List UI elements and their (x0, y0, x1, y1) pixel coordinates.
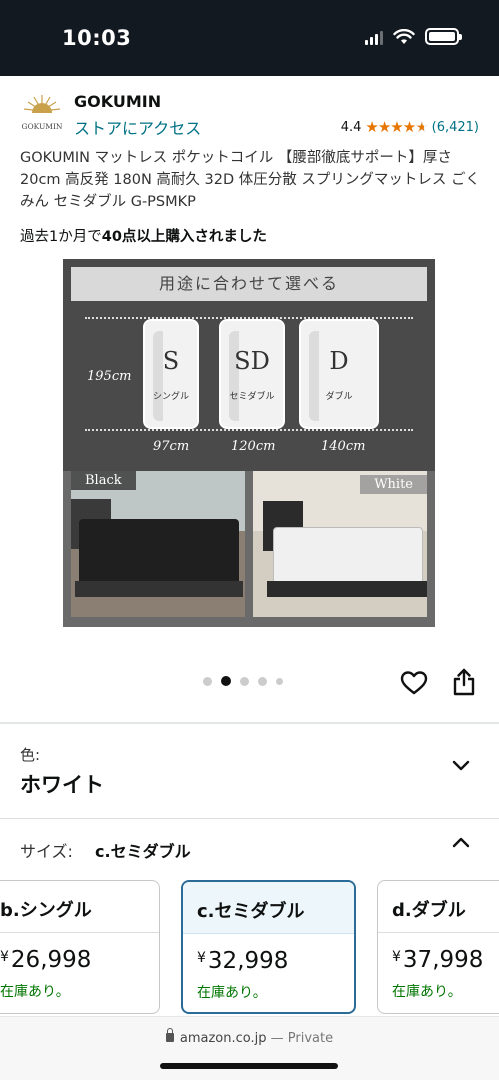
size-card-double: D ダブル (299, 319, 379, 429)
size-card-semidouble: SD セミダブル (219, 319, 285, 429)
size-option-double[interactable]: d.ダブル ¥37,998 在庫あり。 (377, 880, 499, 1014)
product-title: GOKUMIN マットレス ポケットコイル 【腰部徹底サポート】厚さ20cm 高… (20, 150, 480, 210)
battery-icon (425, 28, 462, 45)
size-option-price: ¥26,998 (0, 947, 91, 973)
divider (0, 818, 499, 819)
browsing-mode: Private (287, 1031, 334, 1046)
white-mattress (273, 527, 423, 589)
url-bar[interactable]: amazon.co.jp — Private (0, 1028, 499, 1046)
bed-frame (267, 581, 427, 597)
sleeping-figure-icon (309, 331, 347, 421)
divider (0, 722, 499, 724)
currency-symbol: ¥ (197, 950, 206, 966)
sleeping-figure-icon (229, 331, 267, 421)
size-sub: セミダブル (229, 392, 275, 402)
cellular-signal-icon (365, 29, 383, 45)
home-indicator[interactable] (160, 1063, 338, 1069)
price-value: 37,998 (402, 947, 484, 973)
visit-store-link[interactable]: ストアにアクセス (74, 115, 201, 139)
purchase-prefix: 過去1か月で (20, 229, 102, 245)
sleeping-figure-icon (153, 331, 191, 421)
product-image[interactable]: 用途に合わせて選べる 195cm S シングル SD セミダブル D ダブル 9… (63, 259, 435, 627)
bed-frame (75, 581, 243, 597)
heart-icon[interactable] (400, 670, 428, 696)
width-label-single: 97cm (153, 439, 190, 454)
width-label-double: 140cm (321, 439, 366, 454)
size-letter: D (329, 347, 349, 375)
color-value[interactable]: ホワイト (20, 769, 104, 799)
currency-symbol: ¥ (392, 949, 401, 965)
label-white: White (360, 475, 427, 494)
chevron-up-icon[interactable] (452, 836, 470, 848)
currency-symbol: ¥ (0, 949, 9, 965)
status-time: 10:03 (62, 26, 132, 50)
rating-value: 4.4 (340, 119, 362, 135)
size-option-price: ¥32,998 (197, 948, 288, 974)
black-mattress (79, 519, 239, 589)
purchase-count: 過去1か月で40点以上購入されました (20, 225, 267, 246)
carousel-dot-active[interactable] (221, 676, 231, 686)
url-separator: — (270, 1031, 284, 1046)
brand-logo[interactable]: GOKUMIN (20, 91, 64, 137)
stock-status: 在庫あり。 (197, 985, 267, 1001)
svg-text:GOKUMIN: GOKUMIN (21, 122, 62, 131)
price-value: 26,998 (10, 947, 92, 973)
size-guide-banner: 用途に合わせて選べる (71, 267, 427, 301)
size-sub: シングル (152, 392, 189, 402)
size-option-name: c.セミダブル (183, 882, 354, 934)
size-option-name: d.ダブル (378, 881, 499, 933)
carousel-dot[interactable] (203, 676, 212, 686)
rating-stars-icon: ★★★★★☆ (365, 118, 428, 136)
lock-icon (165, 1028, 174, 1042)
size-sub: ダブル (325, 392, 353, 402)
carousel-indicator[interactable] (203, 676, 283, 686)
rating-count-link[interactable]: (6,421) (432, 120, 479, 135)
size-letter: SD (234, 347, 270, 375)
brand-name: GOKUMIN (74, 92, 162, 111)
share-icon[interactable] (452, 668, 476, 696)
label-black: Black (71, 471, 136, 490)
status-icons (365, 28, 462, 45)
chevron-down-icon[interactable] (452, 760, 470, 772)
black-mattress-photo (71, 471, 245, 617)
url-domain: amazon.co.jp (179, 1031, 267, 1046)
size-guide-panel: 用途に合わせて選べる 195cm S シングル SD セミダブル D ダブル 9… (63, 259, 435, 471)
size-option-name: b.シングル (0, 881, 159, 933)
dotted-line-bottom (85, 429, 413, 431)
size-options: b.シングル ¥26,998 在庫あり。 c.セミダブル ¥32,998 在庫あ… (0, 880, 499, 1015)
carousel-dot[interactable] (258, 676, 267, 686)
size-option-price: ¥37,998 (392, 947, 483, 973)
purchase-count-bold: 40点以上購入されました (101, 229, 267, 245)
wifi-icon (393, 28, 415, 44)
size-option-single[interactable]: b.シングル ¥26,998 在庫あり。 (0, 880, 160, 1014)
price-value: 32,998 (207, 948, 289, 974)
color-label: 色: (20, 746, 41, 764)
size-label: サイズ: (20, 842, 73, 861)
height-label: 195cm (87, 369, 132, 384)
width-label-semidouble: 120cm (231, 439, 276, 454)
stock-status: 在庫あり。 (392, 984, 462, 1000)
carousel-dot[interactable] (276, 677, 283, 685)
browser-bottom-bar: amazon.co.jp — Private (0, 1016, 499, 1080)
status-bar: 10:03 (0, 0, 499, 76)
rating[interactable]: 4.4 ★★★★★☆ (6,421) (341, 118, 479, 136)
size-letter: S (162, 347, 180, 375)
stock-status: 在庫あり。 (0, 984, 70, 1000)
size-card-single: S シングル (143, 319, 199, 429)
carousel-dot[interactable] (240, 676, 249, 686)
size-option-semidouble[interactable]: c.セミダブル ¥32,998 在庫あり。 (181, 880, 356, 1014)
size-value: c.セミダブル (95, 842, 191, 861)
